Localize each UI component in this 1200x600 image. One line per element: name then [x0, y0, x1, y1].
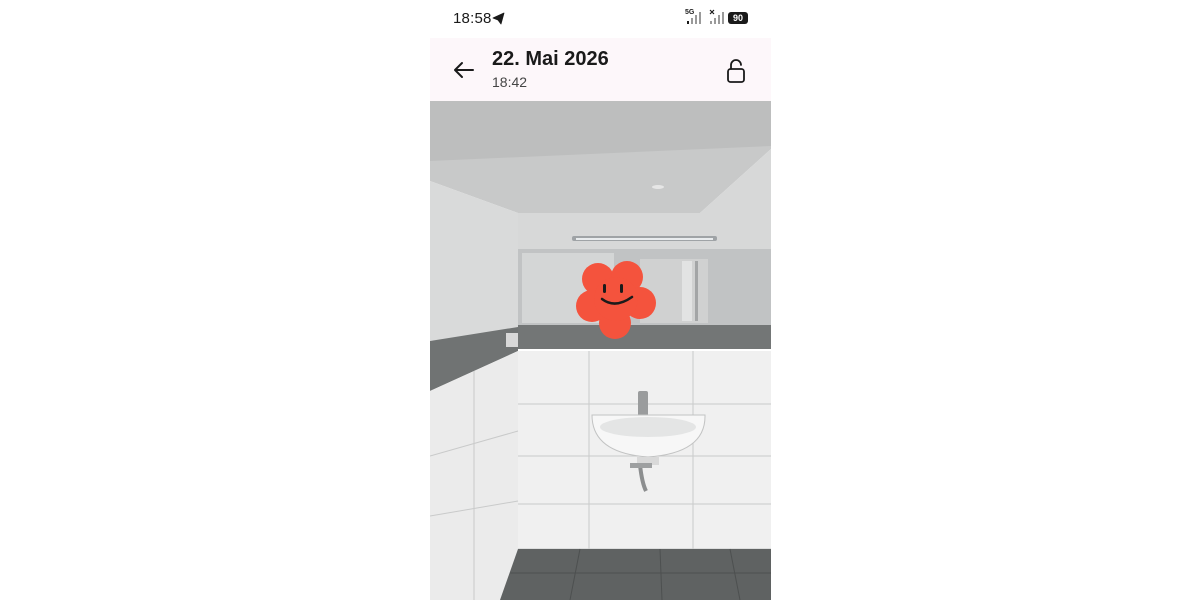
bathroom-photo[interactable] — [430, 101, 771, 600]
photo-header: 22. Mai 2026 18:42 — [430, 38, 771, 101]
status-bar: 18:58 5G 90 — [430, 0, 771, 38]
status-time: 18:58 — [453, 10, 492, 27]
phone-screen: 18:58 5G 90 22. Mai 2026 18:42 — [430, 0, 771, 600]
photo-time: 18:42 — [492, 74, 528, 90]
lock-open-icon[interactable] — [724, 58, 748, 84]
arrow-left-icon[interactable] — [450, 56, 478, 84]
signal-5g-icon: 5G — [685, 9, 707, 25]
photo-date: 22. Mai 2026 — [492, 48, 609, 70]
signal-no-service-icon — [709, 9, 724, 24]
battery-icon: 90 — [728, 12, 748, 24]
telegram-icon — [492, 12, 505, 25]
